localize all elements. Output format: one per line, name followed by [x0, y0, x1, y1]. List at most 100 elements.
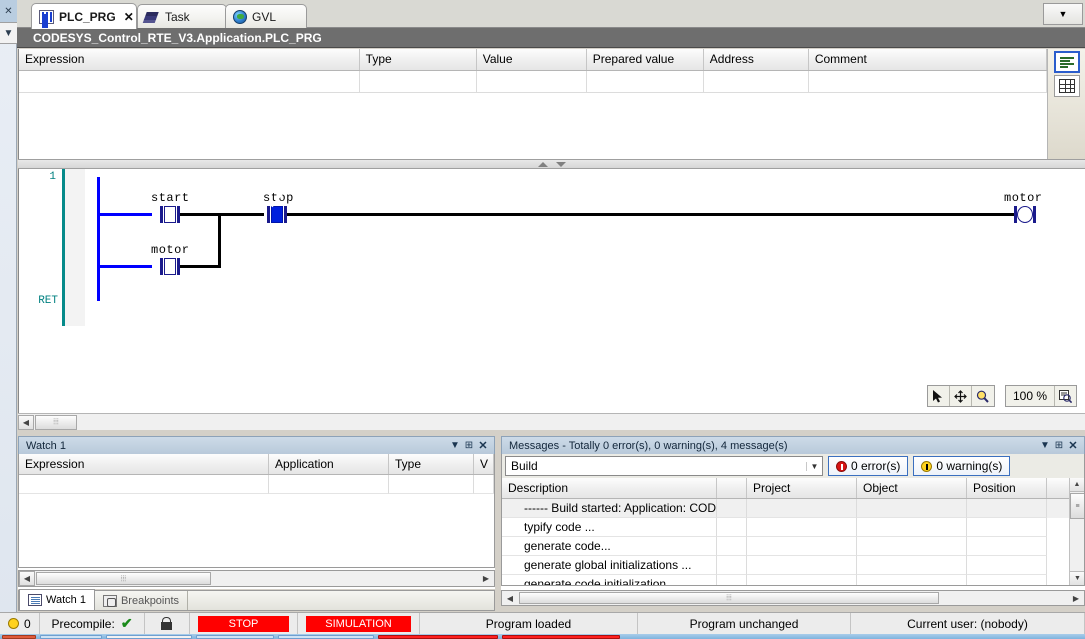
scrollbar-thumb[interactable]: ≡ — [1070, 493, 1084, 519]
cell-description[interactable]: typify code ... — [502, 518, 717, 537]
dock-tab-breakpoints[interactable]: Breakpoints — [95, 591, 189, 610]
panel-close-icon[interactable]: ✕ — [476, 439, 490, 452]
column-header-prepared-value[interactable]: Prepared value — [586, 49, 704, 71]
cell-prepared-value[interactable] — [586, 70, 704, 93]
column-header-expression[interactable]: Expression — [19, 49, 360, 71]
table-row[interactable] — [19, 70, 1047, 93]
status-lock[interactable] — [145, 612, 190, 635]
cell-expression[interactable] — [19, 475, 269, 494]
cell-description[interactable]: generate code... — [502, 537, 717, 556]
chevron-down-icon[interactable]: ▼ — [0, 22, 17, 44]
tab-task[interactable]: Task — [137, 4, 227, 28]
cell-value[interactable] — [474, 475, 494, 494]
cell-project[interactable] — [747, 518, 857, 537]
column-header-description[interactable]: Description — [502, 478, 717, 498]
messages-horizontal-scrollbar[interactable]: ◀ ⦙⦙⦙ ▶ — [501, 590, 1085, 606]
scroll-right-arrow-icon[interactable]: ▶ — [1068, 591, 1084, 606]
cursor-arrow-icon[interactable] — [928, 386, 950, 406]
cell-position[interactable] — [967, 556, 1047, 575]
tab-plc-prg[interactable]: PLC_PRG ✕ — [31, 3, 137, 29]
cell-type[interactable] — [389, 475, 474, 494]
cell-blank[interactable] — [717, 499, 747, 518]
cell-address[interactable] — [703, 70, 809, 93]
cell-blank[interactable] — [717, 537, 747, 556]
column-header-type[interactable]: Type — [359, 49, 477, 71]
panel-pin-icon[interactable]: ⊞ — [1052, 440, 1066, 451]
cell-object[interactable] — [857, 499, 967, 518]
coil-motor[interactable] — [1014, 206, 1036, 223]
cell-project[interactable] — [747, 556, 857, 575]
cell-object[interactable] — [857, 537, 967, 556]
cell-position[interactable] — [967, 537, 1047, 556]
error-count-badge[interactable]: 0 error(s) — [828, 456, 909, 476]
message-filter-dropdown[interactable]: Build ▼ — [505, 456, 823, 476]
scrollbar-thumb[interactable]: ⦙⦙⦙ — [519, 592, 939, 604]
close-icon[interactable]: ✕ — [0, 0, 17, 22]
text-view-icon[interactable] — [1053, 51, 1080, 73]
ladder-horizontal-scrollbar[interactable]: ◀ ⦙⦙⦙ — [18, 413, 1085, 430]
cell-position[interactable] — [967, 499, 1047, 518]
table-row[interactable]: generate code... — [502, 537, 1084, 556]
scroll-left-arrow-icon[interactable]: ◀ — [19, 571, 35, 586]
table-row[interactable]: generate code initialization — [502, 575, 1084, 585]
magnifier-icon[interactable] — [972, 386, 994, 406]
scrollbar-thumb[interactable]: ⦙⦙⦙ — [35, 414, 77, 430]
tab-overflow-dropdown[interactable]: ▼ — [1043, 3, 1083, 25]
taskbar-item[interactable] — [2, 634, 36, 639]
cell-object[interactable] — [857, 518, 967, 537]
cell-project[interactable] — [747, 575, 857, 585]
editor-splitter[interactable] — [18, 159, 1085, 169]
cell-project[interactable] — [747, 499, 857, 518]
cell-position[interactable] — [967, 518, 1047, 537]
warning-count-badge[interactable]: 0 warning(s) — [913, 456, 1011, 476]
column-header-value[interactable]: V — [474, 454, 494, 474]
cell-comment[interactable] — [808, 70, 1047, 93]
table-row[interactable]: typify code ... — [502, 518, 1084, 537]
contact-start[interactable] — [160, 206, 180, 223]
table-row[interactable] — [19, 475, 494, 494]
column-header-address[interactable]: Address — [703, 49, 809, 71]
column-header-object[interactable]: Object — [857, 478, 967, 498]
scroll-left-arrow-icon[interactable]: ◀ — [502, 591, 518, 606]
collapse-down-icon[interactable] — [555, 161, 566, 167]
taskbar-item[interactable] — [196, 634, 274, 639]
watch-grid[interactable]: Expression Application Type V — [18, 454, 495, 568]
cell-type[interactable] — [359, 70, 477, 93]
taskbar-item[interactable] — [40, 634, 102, 639]
column-header-project[interactable]: Project — [747, 478, 857, 498]
scroll-left-arrow-icon[interactable]: ◀ — [18, 414, 34, 430]
tab-close-icon[interactable]: ✕ — [124, 10, 134, 24]
scrollbar-thumb[interactable]: ⦙⦙⦙ — [36, 572, 211, 585]
cell-project[interactable] — [747, 537, 857, 556]
taskbar-item[interactable] — [378, 634, 498, 639]
cell-description[interactable]: ------ Build started: Application: CODES… — [502, 499, 717, 518]
collapse-up-icon[interactable] — [537, 161, 548, 167]
table-row[interactable]: ------ Build started: Application: CODES… — [502, 499, 1084, 518]
table-row[interactable]: generate global initializations ... — [502, 556, 1084, 575]
taskbar-item[interactable] — [502, 634, 620, 639]
messages-grid[interactable]: Description Project Object Position ----… — [501, 478, 1085, 586]
messages-vertical-scrollbar[interactable]: ▲ ≡ ▼ — [1069, 478, 1084, 585]
cell-position[interactable] — [967, 575, 1047, 585]
cell-blank[interactable] — [717, 518, 747, 537]
cell-description[interactable]: generate global initializations ... — [502, 556, 717, 575]
cell-object[interactable] — [857, 575, 967, 585]
contact-motor[interactable] — [160, 258, 180, 275]
panel-menu-icon[interactable]: ▼ — [1038, 440, 1052, 451]
scroll-right-arrow-icon[interactable]: ▶ — [478, 571, 494, 586]
cell-value[interactable] — [476, 70, 587, 93]
dock-tab-watch-1[interactable]: Watch 1 — [19, 589, 95, 610]
cell-expression[interactable] — [19, 70, 360, 93]
zoom-control[interactable]: 100 % — [1004, 385, 1077, 407]
column-header-value[interactable]: Value — [476, 49, 587, 71]
panel-pin-icon[interactable]: ⊞ — [462, 440, 476, 451]
column-header-expression[interactable]: Expression — [19, 454, 269, 474]
panel-menu-icon[interactable]: ▼ — [448, 440, 462, 451]
scroll-up-arrow-icon[interactable]: ▲ — [1070, 478, 1084, 492]
cell-object[interactable] — [857, 556, 967, 575]
column-header-type[interactable]: Type — [389, 454, 474, 474]
taskbar-item[interactable] — [278, 634, 374, 639]
cell-application[interactable] — [269, 475, 389, 494]
panel-close-icon[interactable]: ✕ — [1066, 439, 1080, 452]
cell-blank[interactable] — [717, 575, 747, 585]
